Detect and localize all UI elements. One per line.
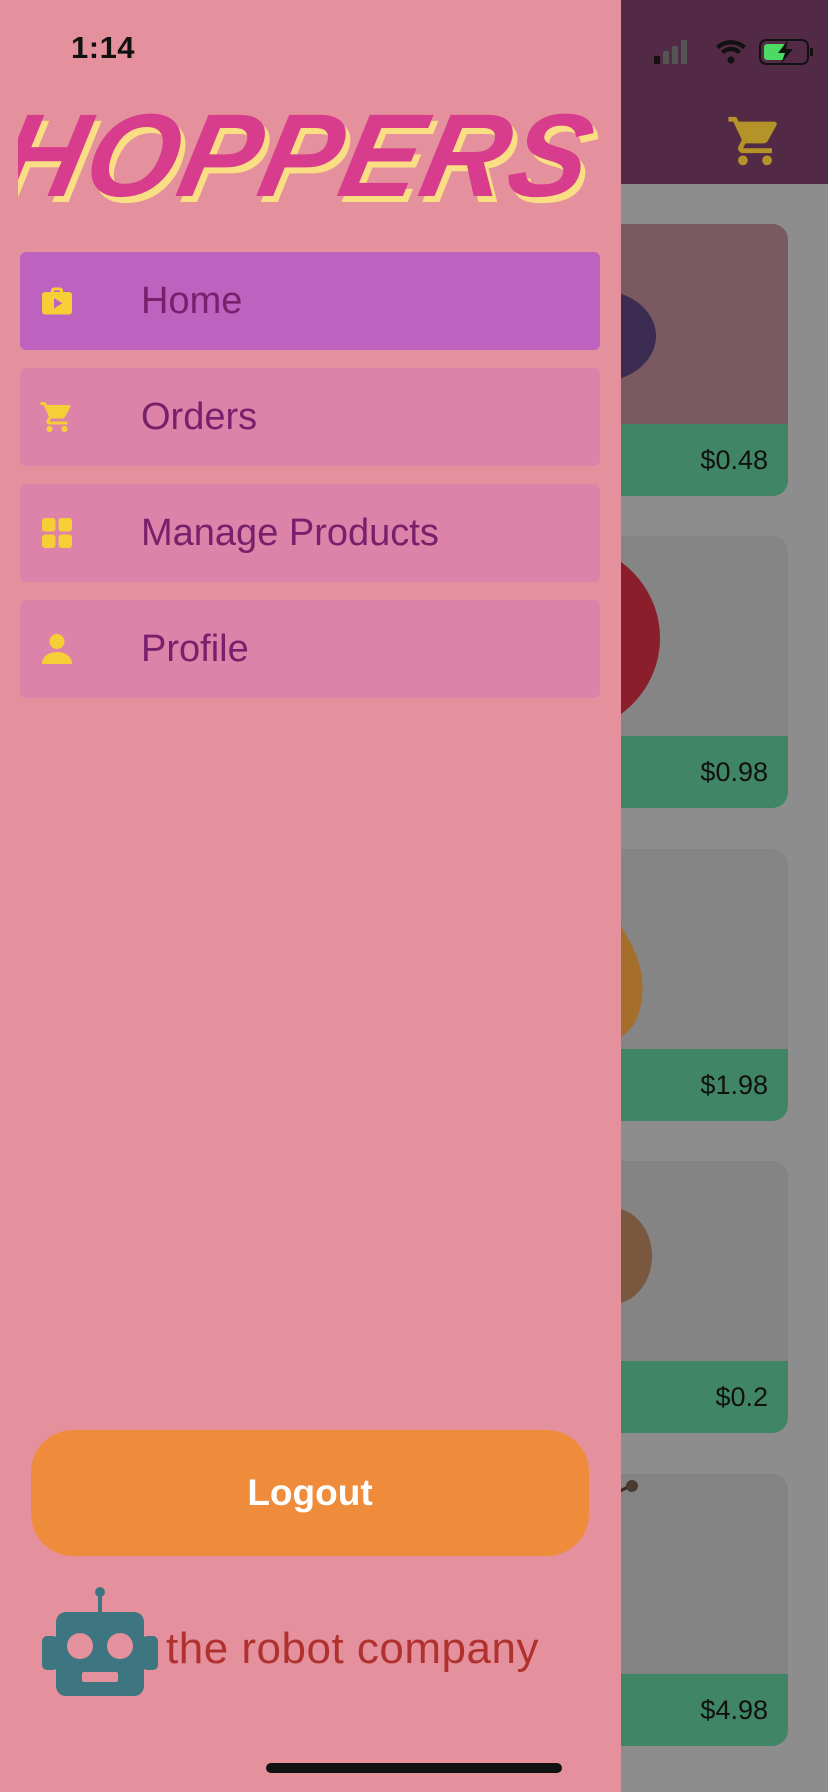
logout-button[interactable]: Logout — [31, 1430, 589, 1556]
company-name: the robot company — [166, 1624, 539, 1673]
cellular-signal-icon — [654, 40, 687, 64]
drawer-item-label: Profile — [141, 627, 249, 670]
robot-logo-icon — [42, 1587, 158, 1696]
svg-text:HOPPERS: HOPPERS — [18, 92, 606, 222]
grid-icon — [42, 518, 72, 548]
status-time: 1:14 — [71, 30, 136, 65]
navigation-drawer: 1:14 HOPPERS HOPPERS Home Orders Manage … — [0, 0, 621, 1792]
battery-charging-icon — [759, 39, 813, 65]
drawer-item-label: Home — [141, 279, 243, 322]
cart-icon — [40, 402, 71, 432]
drawer-item-label: Manage Products — [141, 511, 439, 554]
hoppers-logo: HOPPERS HOPPERS — [18, 92, 608, 222]
home-indicator[interactable] — [266, 1763, 562, 1773]
person-icon — [42, 634, 72, 664]
cart-icon[interactable] — [726, 112, 784, 170]
briefcase-icon — [42, 287, 72, 315]
wifi-icon — [716, 40, 746, 64]
drawer-item-home[interactable]: Home — [20, 252, 600, 350]
status-indicators — [654, 39, 813, 65]
drawer-item-orders[interactable]: Orders — [20, 368, 600, 466]
drawer-item-label: Orders — [141, 395, 258, 438]
drawer-item-profile[interactable]: Profile — [20, 600, 600, 698]
drawer-item-manage-products[interactable]: Manage Products — [20, 484, 600, 582]
